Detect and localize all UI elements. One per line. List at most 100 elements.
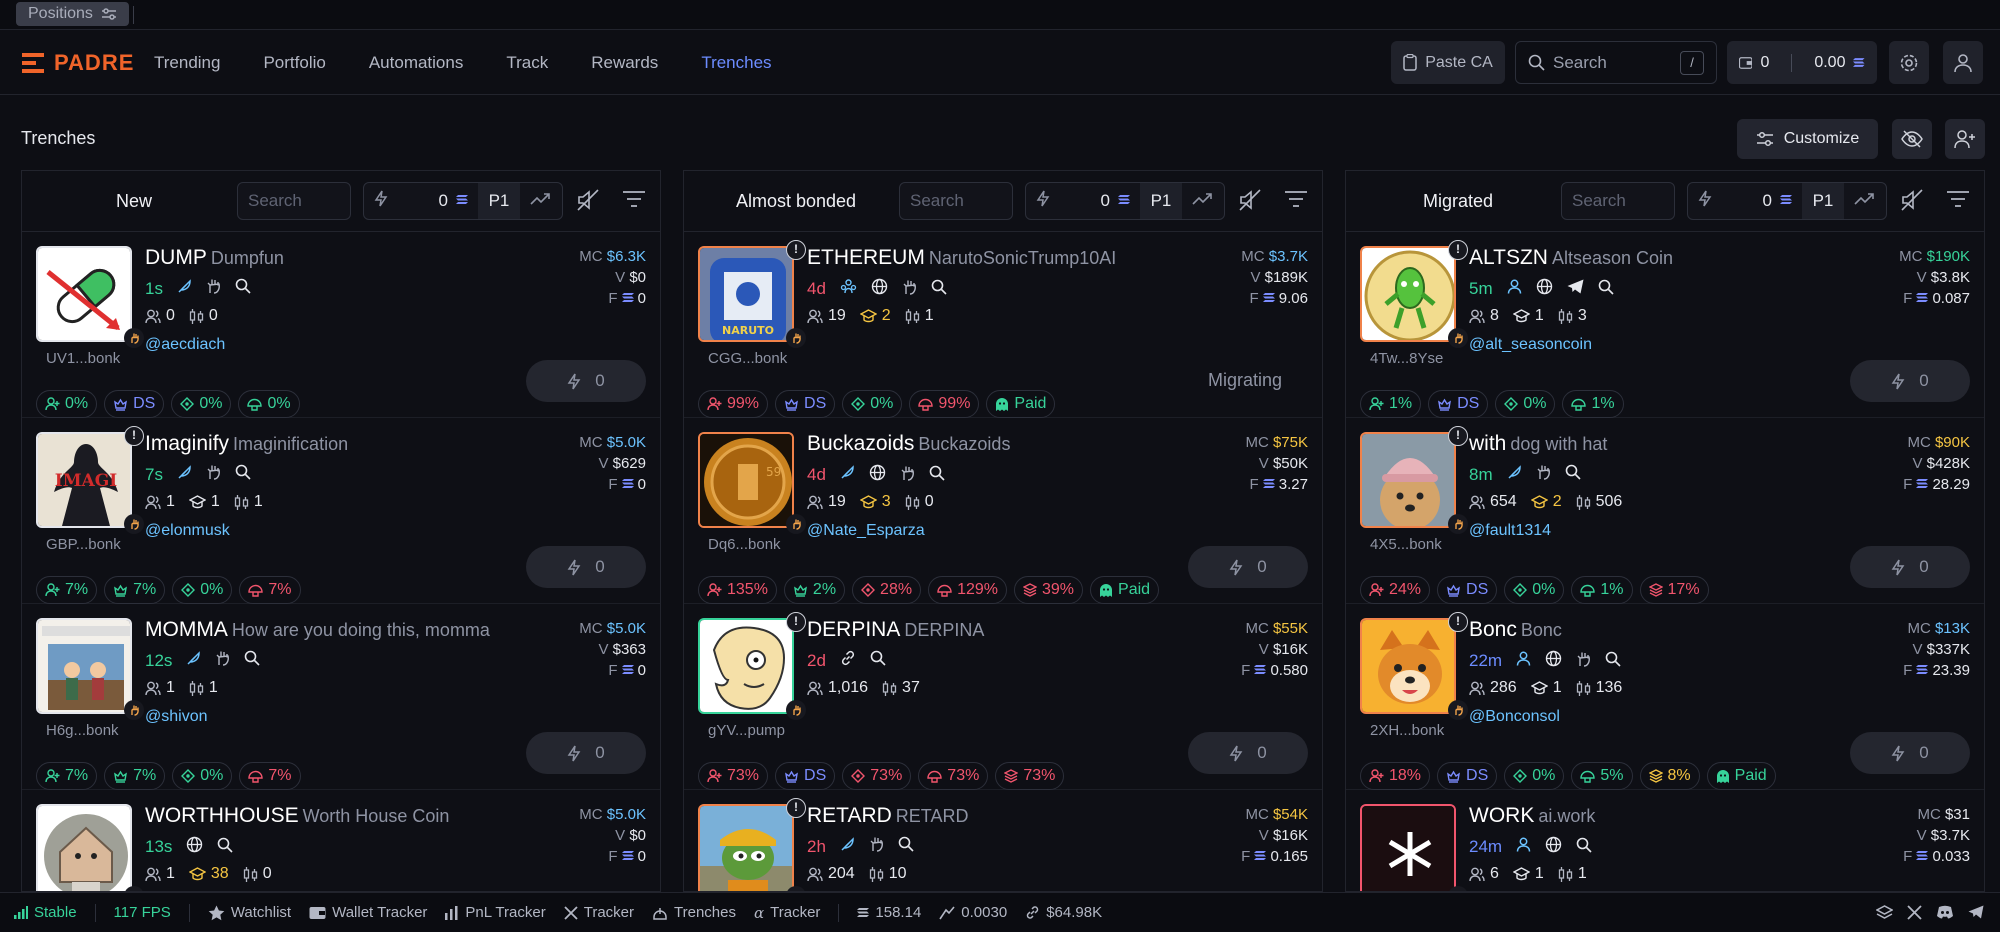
token-avatar[interactable] (1360, 432, 1456, 528)
telegram-icon[interactable] (1567, 279, 1584, 299)
hand-icon[interactable] (206, 278, 221, 299)
quick-buy-control[interactable]: 0 P1 (1025, 182, 1225, 220)
pump-feather-icon[interactable] (177, 278, 192, 299)
filter-icon[interactable] (622, 188, 646, 215)
trend-icon[interactable] (520, 192, 562, 211)
link-icon[interactable] (840, 650, 856, 671)
globe-icon[interactable] (871, 278, 888, 300)
token-avatar[interactable] (36, 618, 132, 714)
hand-icon[interactable] (206, 464, 221, 485)
pump-feather-icon[interactable] (840, 836, 855, 857)
nav-automations[interactable]: Automations (369, 53, 464, 73)
search-icon[interactable] (931, 279, 947, 300)
token-card[interactable]: ! RETARD RETARD 2h 204 10 MC $54K V $16K F 0.165… (684, 790, 1322, 891)
search-icon[interactable] (898, 836, 914, 857)
quick-buy-control[interactable]: 0 P1 (1687, 182, 1887, 220)
wallet-tracker-button[interactable]: Wallet Tracker (309, 904, 427, 921)
filter-icon[interactable] (1946, 188, 1970, 215)
globe-icon[interactable] (1545, 836, 1562, 858)
globe-icon[interactable] (869, 464, 886, 486)
token-card[interactable]: UV1...bonk DUMP Dumpfun 1s 0 0 @aecdiach MC $6.… (22, 232, 660, 418)
token-card[interactable]: ! 4X5...bonk with dog with hat 8m 654 2 506 @fau… (1346, 418, 1984, 604)
hand-icon[interactable] (1576, 651, 1591, 672)
token-card[interactable]: H6g...bonk MOMMA How are you doing this, m… (22, 604, 660, 790)
token-name[interactable]: MOMMA How are you doing this, momma (145, 618, 490, 642)
token-name[interactable]: ETHEREUM NarutoSonicTrump10AI (807, 246, 1116, 270)
search-icon[interactable] (1565, 464, 1581, 485)
discord-icon[interactable] (1936, 905, 1954, 919)
quick-buy-button[interactable]: 0 (526, 360, 646, 402)
contract-address[interactable]: H6g...bonk (46, 722, 119, 739)
watchlist-button[interactable]: Watchlist (208, 904, 291, 921)
token-card[interactable]: ! 4Tw...8Yse ALTSZN Altseason Coin 5m 8 1 3 @alt… (1346, 232, 1984, 418)
contract-address[interactable]: CGG...bonk (708, 350, 787, 367)
hand-icon[interactable] (902, 279, 917, 300)
token-avatar[interactable]: NARUTO (698, 246, 794, 342)
hand-icon[interactable] (215, 650, 230, 671)
search-icon[interactable] (870, 650, 886, 671)
layers-icon[interactable] (1876, 904, 1893, 921)
padre-logo[interactable]: PADRE (22, 50, 134, 76)
token-avatar[interactable] (698, 804, 794, 891)
mute-icon[interactable] (576, 188, 600, 217)
contract-address[interactable]: 4Tw...8Yse (1370, 350, 1443, 367)
contract-address[interactable]: GBP...bonk (46, 536, 121, 553)
search-icon[interactable] (1576, 837, 1592, 858)
globe-icon[interactable] (186, 836, 203, 858)
customize-button[interactable]: Customize (1737, 119, 1878, 159)
twitter-handle[interactable]: @alt_seasoncoin (1469, 336, 1592, 354)
token-name[interactable]: ALTSZN Altseason Coin (1469, 246, 1673, 270)
pnl-tracker-button[interactable]: PnL Tracker (445, 904, 546, 921)
contract-address[interactable]: 2XH...bonk (1370, 722, 1444, 739)
token-name[interactable]: WORK ai.work (1469, 804, 1595, 828)
twitter-handle[interactable]: @aecdiach (145, 336, 225, 354)
paste-ca-button[interactable]: Paste CA (1391, 41, 1505, 84)
telegram-icon[interactable] (1968, 905, 1984, 919)
quick-buy-control[interactable]: 0 P1 (363, 182, 563, 220)
mute-icon[interactable] (1900, 188, 1924, 217)
user-icon[interactable] (1516, 651, 1531, 671)
connection-status[interactable]: Stable (14, 904, 77, 921)
token-name[interactable]: Buckazoids Buckazoids (807, 432, 1010, 456)
globe-icon[interactable] (1536, 278, 1553, 300)
token-card[interactable]: WORTHHOUSE Worth House Coin 13s 1 38 0 MC $5.0… (22, 790, 660, 891)
community-icon[interactable] (840, 279, 857, 299)
quick-buy-button[interactable]: 0 (526, 546, 646, 588)
pump-feather-icon[interactable] (1507, 464, 1522, 485)
token-name[interactable]: WORTHHOUSE Worth House Coin (145, 804, 449, 828)
twitter-handle[interactable]: @fault1314 (1469, 522, 1551, 540)
token-card[interactable]: IMAGI! GBP...bonk Imaginify Imaginification… (22, 418, 660, 604)
preset-button[interactable]: P1 (478, 183, 520, 219)
token-avatar[interactable] (1360, 618, 1456, 714)
nav-trenches[interactable]: Trenches (701, 53, 771, 73)
search-icon[interactable] (235, 464, 251, 485)
alpha-tracker-button[interactable]: α Tracker (754, 904, 820, 922)
quick-buy-amount[interactable]: 0 (1763, 191, 1772, 211)
twitter-handle[interactable]: @shivon (145, 708, 208, 726)
token-avatar[interactable]: 59 (698, 432, 794, 528)
token-card[interactable]: ! 2XH...bonk Bonc Bonc 22m 286 1 136 @Bonconsol M… (1346, 604, 1984, 790)
twitter-handle[interactable]: @elonmusk (145, 522, 230, 540)
token-card[interactable]: ! gYV...pump DERPINA DERPINA 2d 1,016 37 MC $55… (684, 604, 1322, 790)
pump-feather-icon[interactable] (840, 465, 855, 485)
quick-buy-button[interactable]: 0 (1850, 732, 1970, 774)
preset-button[interactable]: P1 (1140, 183, 1182, 219)
contract-address[interactable]: Dq6...bonk (708, 536, 781, 553)
wallet-button[interactable]: 0 0.00 (1727, 41, 1877, 84)
token-name[interactable]: Imaginify Imaginification (145, 432, 348, 456)
contract-address[interactable]: UV1...bonk (46, 350, 120, 367)
search-icon[interactable] (929, 465, 945, 486)
quick-buy-button[interactable]: 0 (1850, 360, 1970, 402)
hide-button[interactable] (1892, 119, 1932, 159)
column-search-input[interactable]: Search (1561, 182, 1675, 220)
globe-icon[interactable] (1545, 650, 1562, 672)
token-avatar[interactable]: IMAGI (36, 432, 132, 528)
settings-button[interactable] (1889, 41, 1929, 84)
nav-portfolio[interactable]: Portfolio (263, 53, 325, 73)
token-name[interactable]: DUMP Dumpfun (145, 246, 284, 270)
token-card[interactable]: NARUTO! CGG...bonk ETHEREUM NarutoSonicTrum… (684, 232, 1322, 418)
quick-buy-button[interactable]: 0 (1850, 546, 1970, 588)
nav-rewards[interactable]: Rewards (591, 53, 658, 73)
token-avatar[interactable] (698, 618, 794, 714)
user-icon[interactable] (1507, 279, 1522, 299)
